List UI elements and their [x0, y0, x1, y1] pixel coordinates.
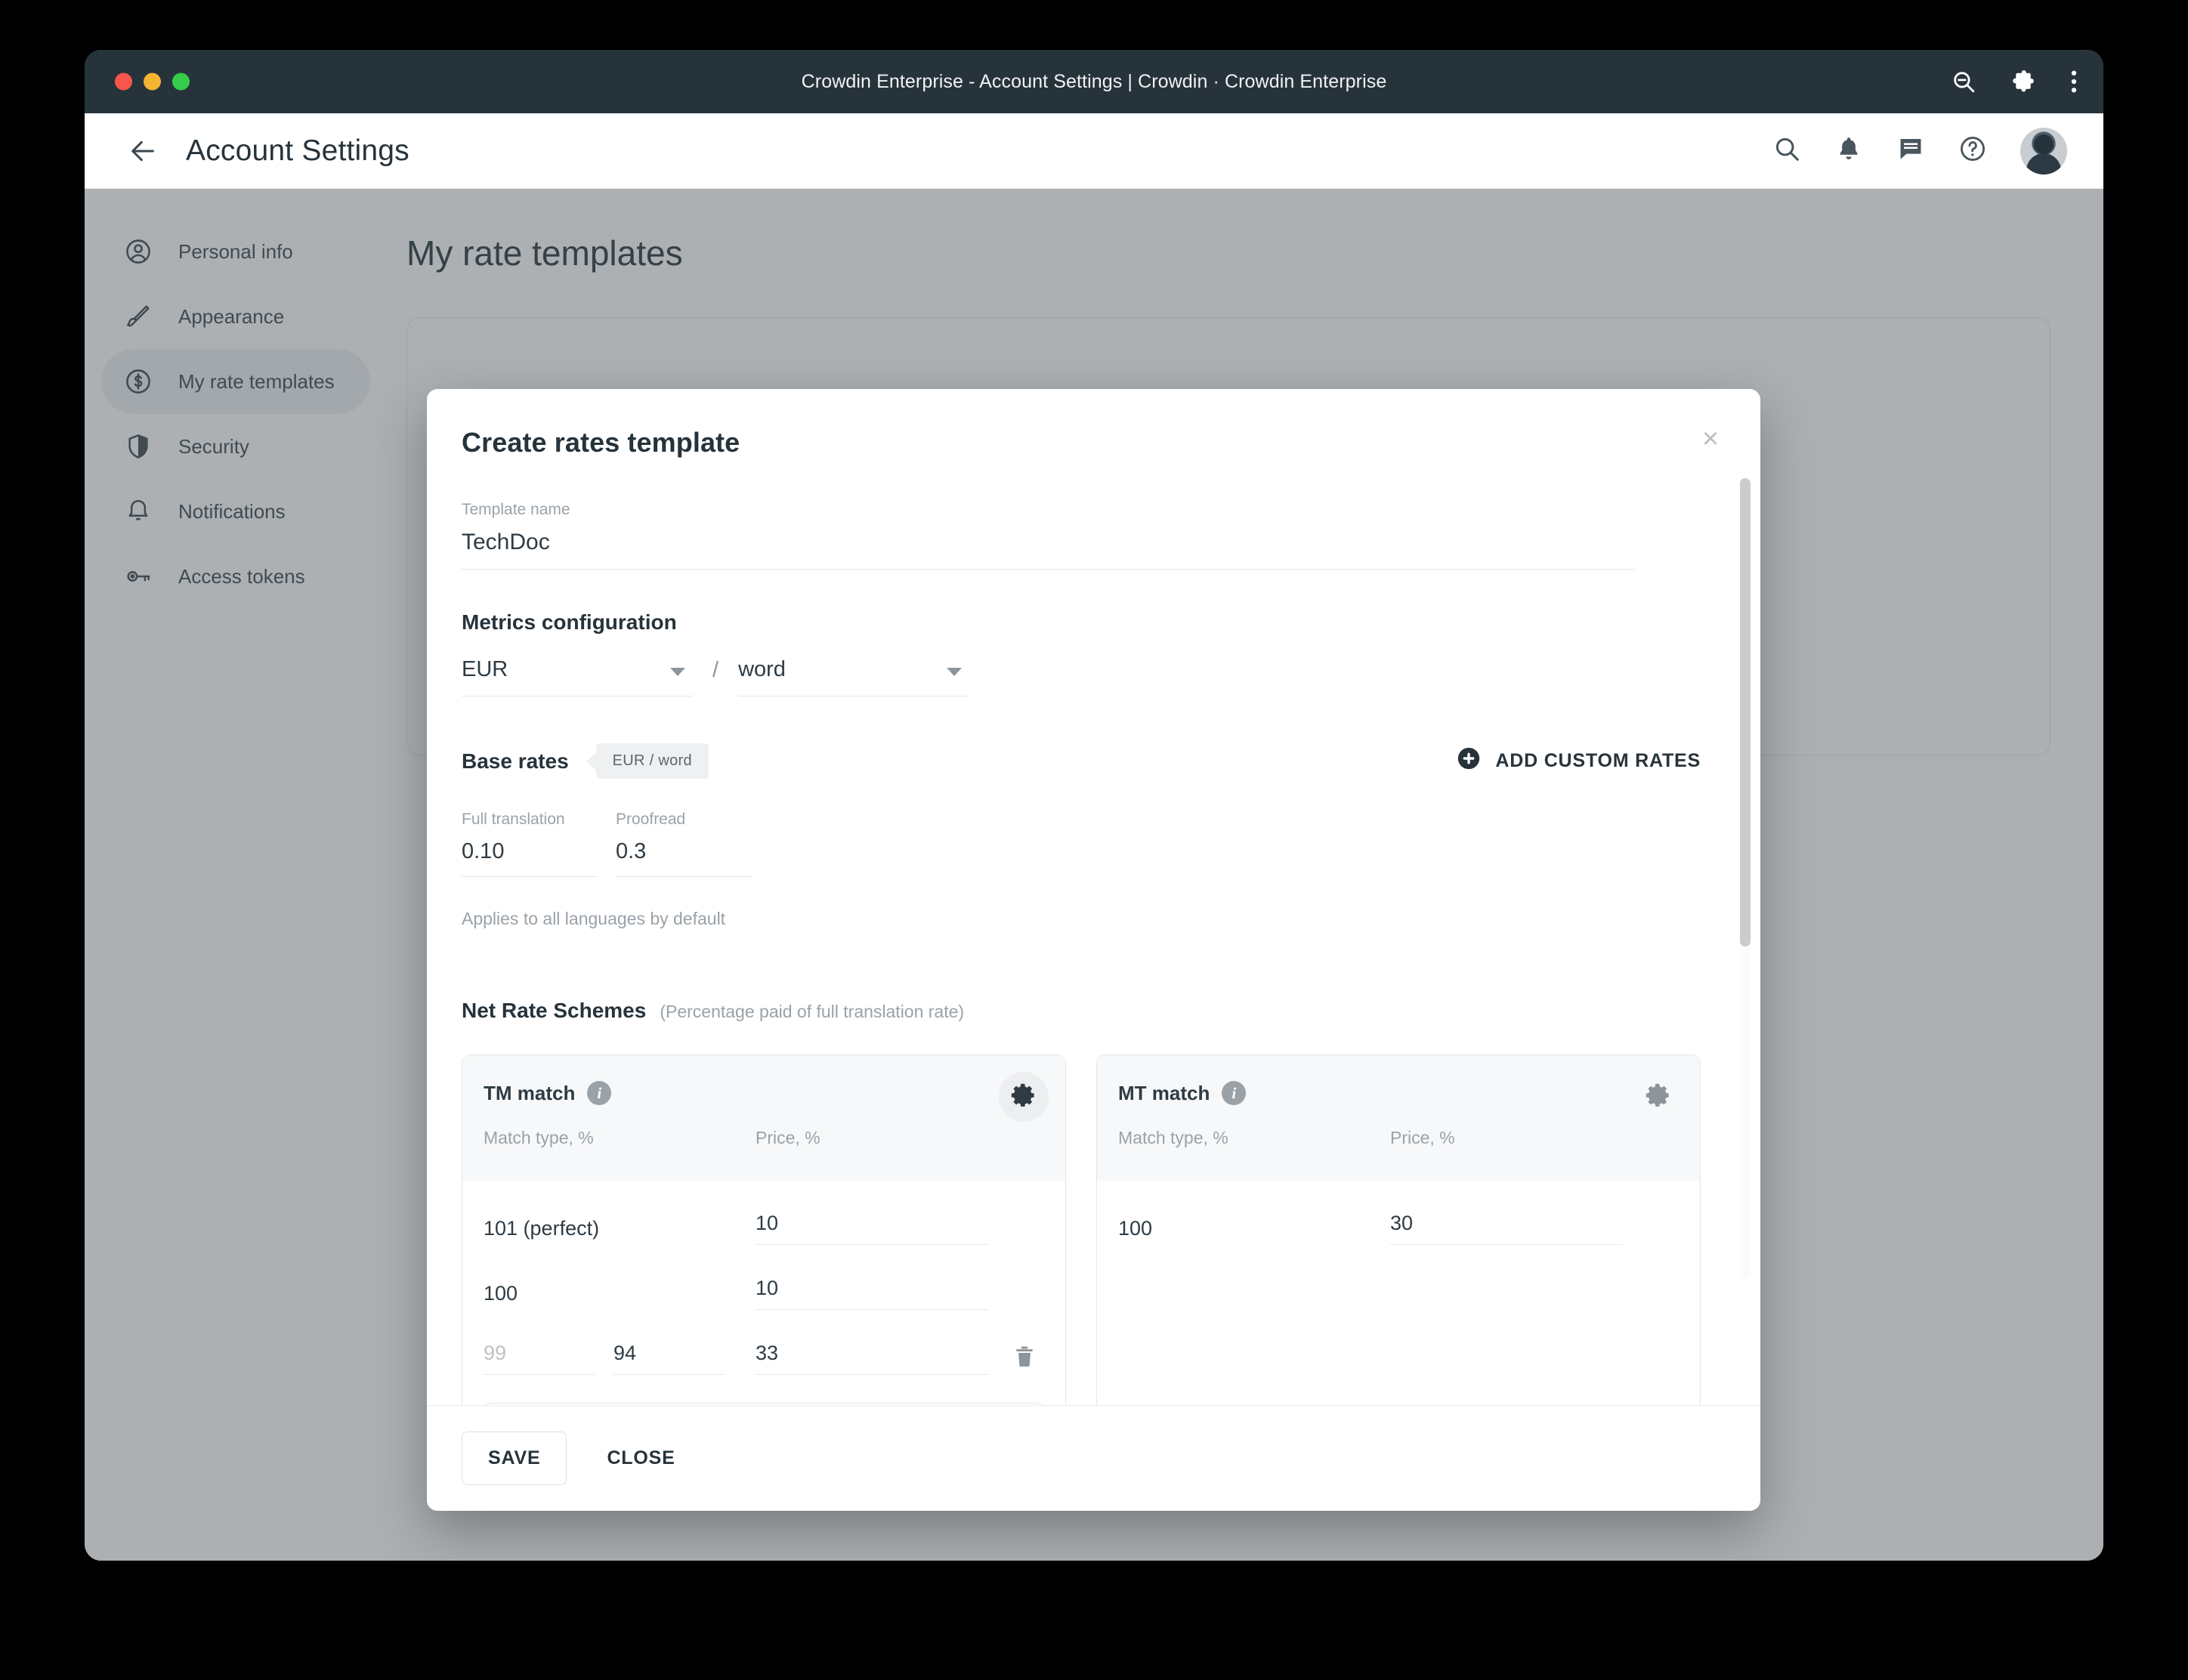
plus-circle-icon — [1456, 746, 1482, 777]
minimize-window-button[interactable] — [144, 73, 161, 91]
close-window-button[interactable] — [115, 73, 132, 91]
window-title: Crowdin Enterprise - Account Settings | … — [801, 70, 1387, 92]
net-rate-schemes-group: Net Rate Schemes (Percentage paid of ful… — [462, 999, 1701, 1405]
applies-note: Applies to all languages by default — [462, 909, 726, 928]
desktop-background: Crowdin Enterprise - Account Settings | … — [0, 0, 2188, 1680]
back-arrow-icon[interactable] — [125, 134, 160, 168]
info-icon[interactable]: i — [587, 1081, 612, 1105]
proofread-rate-group: Proofread 0.3 — [616, 811, 752, 877]
price-input[interactable]: 33 — [756, 1342, 988, 1375]
table-row: 100 30 — [1118, 1196, 1679, 1261]
delete-row-button[interactable] — [1005, 1344, 1044, 1373]
table-row: 100 10 — [484, 1261, 1044, 1326]
header-icon-group — [1772, 127, 2067, 174]
cancel-button[interactable]: CLOSE — [580, 1431, 701, 1485]
help-icon[interactable] — [1958, 134, 1987, 167]
search-icon[interactable] — [1772, 134, 1801, 167]
full-translation-rate-group: Full translation 0.10 — [462, 811, 598, 877]
match-type-value: 101 (perfect) — [484, 1216, 600, 1240]
browser-title-bar: Crowdin Enterprise - Account Settings | … — [85, 50, 2103, 113]
dialog-scrollbar-thumb[interactable] — [1740, 478, 1751, 947]
proofread-input[interactable]: 0.3 — [616, 839, 752, 877]
info-icon[interactable]: i — [1222, 1081, 1247, 1105]
dialog-title: Create rates template — [462, 427, 740, 458]
mt-match-rows: 100 30 — [1097, 1181, 1700, 1370]
close-icon[interactable]: × — [1694, 422, 1727, 456]
create-rates-template-dialog: Create rates template × Template name Te… — [427, 389, 1760, 1511]
net-rate-schemes-subtitle: (Percentage paid of full translation rat… — [660, 1002, 965, 1021]
currency-value: EUR — [462, 657, 508, 681]
full-translation-label: Full translation — [462, 811, 565, 828]
metrics-separator: / — [712, 658, 719, 682]
modal-overlay[interactable]: Create rates template × Template name Te… — [85, 189, 2103, 1561]
app-body: Personal info Appearance My rate templat… — [85, 189, 2103, 1561]
mt-match-card: MT match i Match type, % Price, % 100 30 — [1096, 1055, 1701, 1405]
match-type-value: 100 — [1118, 1216, 1153, 1240]
match-range-from-input[interactable]: 99 — [484, 1342, 595, 1375]
template-name-label: Template name — [462, 501, 570, 518]
avatar[interactable] — [2020, 127, 2067, 174]
browser-actions — [1951, 68, 2078, 95]
base-rates-group: Base rates EUR / word ADD CUSTOM RATES F… — [462, 743, 1701, 929]
chevron-down-icon — [670, 668, 685, 676]
metrics-configuration-title: Metrics configuration — [462, 610, 677, 634]
proofread-label: Proofread — [616, 811, 686, 828]
table-row: 99 94 33 — [484, 1326, 1044, 1391]
proofread-value: 0.3 — [616, 839, 647, 863]
tm-match-card: TM match i Match type, % Price, % 101 (p… — [462, 1055, 1066, 1405]
browser-window: Crowdin Enterprise - Account Settings | … — [85, 50, 2103, 1561]
mt-match-settings-button[interactable] — [1633, 1072, 1683, 1122]
chat-icon[interactable] — [1896, 134, 1925, 167]
page-title: Account Settings — [186, 134, 409, 167]
tm-match-header: TM match i Match type, % Price, % — [462, 1055, 1065, 1181]
dialog-footer: SAVE CLOSE — [427, 1405, 1760, 1511]
template-name-input[interactable]: TechDoc — [462, 530, 1634, 570]
price-input[interactable]: 10 — [756, 1277, 988, 1310]
tm-match-type-column-header: Match type, % — [484, 1128, 594, 1147]
dialog-scrollbar[interactable] — [1740, 478, 1751, 1279]
metrics-configuration-group: Metrics configuration EUR / word — [462, 610, 1701, 696]
match-range-to-input[interactable]: 94 — [613, 1342, 725, 1375]
tm-match-rows: 101 (perfect) 10 100 10 99 94 33 — [462, 1181, 1065, 1405]
browser-menu-icon[interactable] — [2070, 68, 2078, 95]
mt-match-header: MT match i Match type, % Price, % — [1097, 1055, 1700, 1181]
dialog-scroll-area: Template name TechDoc Metrics configurat… — [427, 459, 1760, 1405]
trash-icon — [1012, 1344, 1037, 1373]
save-button[interactable]: SAVE — [462, 1431, 567, 1485]
full-translation-value: 0.10 — [462, 839, 505, 863]
price-input[interactable]: 30 — [1390, 1212, 1623, 1245]
chevron-down-icon — [947, 668, 963, 676]
tm-match-title: TM match — [484, 1081, 576, 1104]
tm-price-column-header: Price, % — [756, 1128, 820, 1147]
window-traffic-lights — [115, 73, 190, 91]
dialog-header: Create rates template × — [427, 389, 1760, 459]
maximize-window-button[interactable] — [172, 73, 190, 91]
currency-select[interactable]: EUR — [462, 657, 693, 696]
app-header: Account Settings — [85, 113, 2103, 189]
template-name-group: Template name TechDoc — [462, 501, 1701, 570]
add-row-button[interactable]: + — [484, 1403, 1044, 1405]
tm-match-settings-button[interactable] — [999, 1072, 1049, 1122]
template-name-value: TechDoc — [462, 530, 550, 554]
add-custom-rates-button[interactable]: ADD CUSTOM RATES — [1456, 746, 1701, 777]
gear-icon — [1644, 1081, 1673, 1113]
zoom-out-icon[interactable] — [1951, 69, 1976, 94]
mt-price-column-header: Price, % — [1390, 1128, 1455, 1147]
unit-select[interactable]: word — [738, 657, 970, 696]
mt-match-type-column-header: Match type, % — [1118, 1128, 1228, 1147]
add-custom-rates-label: ADD CUSTOM RATES — [1495, 750, 1701, 771]
match-type-value: 100 — [484, 1281, 518, 1305]
rate-unit-badge: EUR / word — [595, 743, 709, 779]
full-translation-input[interactable]: 0.10 — [462, 839, 598, 877]
net-rate-schemes-title: Net Rate Schemes — [462, 999, 647, 1022]
mt-match-title: MT match — [1118, 1081, 1210, 1104]
unit-value: word — [738, 657, 786, 681]
extensions-icon[interactable] — [2010, 68, 2037, 95]
price-input[interactable]: 10 — [756, 1212, 988, 1245]
gear-icon — [1009, 1081, 1038, 1113]
base-rates-title: Base rates — [462, 749, 569, 773]
table-row: 101 (perfect) 10 — [484, 1196, 1044, 1261]
bell-icon[interactable] — [1834, 134, 1863, 167]
app-viewport: Account Settings Personal info Appearanc… — [85, 113, 2103, 1561]
